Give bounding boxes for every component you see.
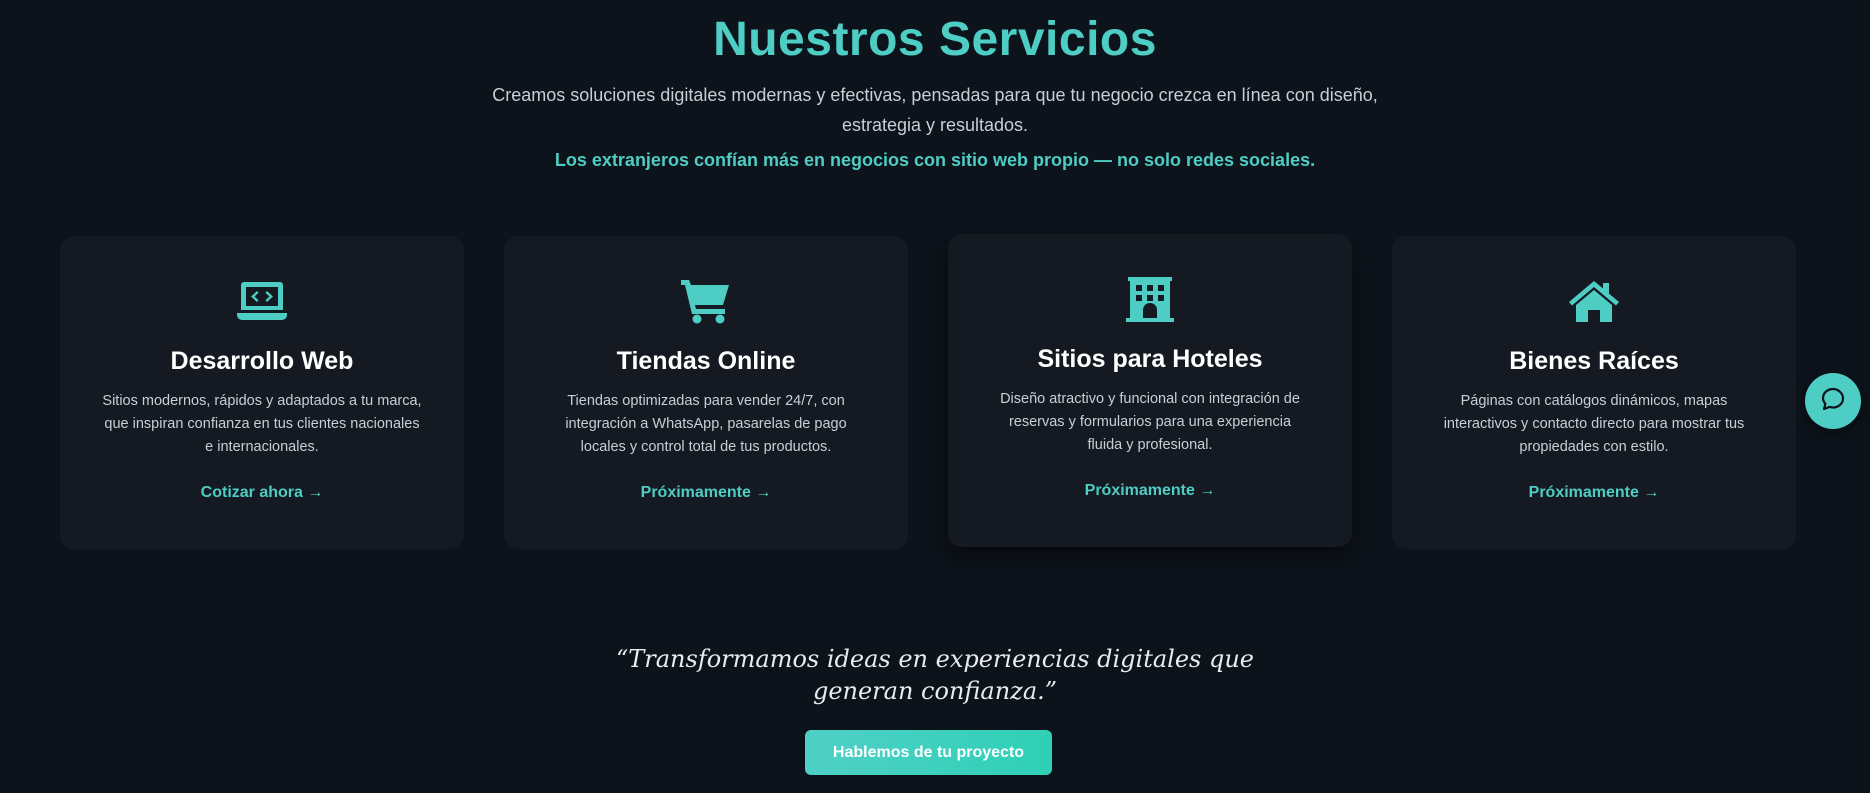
service-card-web: Desarrollo Web Sitios modernos, rápidos … — [60, 236, 464, 549]
section-title: Nuestros Servicios — [713, 13, 1157, 66]
section-highlight: Los extranjeros confían más en negocios … — [554, 150, 1316, 170]
coming-soon-link[interactable]: Próximamente → — [641, 484, 772, 502]
card-description: Diseño atractivo y funcional con integra… — [1000, 391, 1300, 453]
hotel-icon — [1124, 276, 1176, 322]
card-description: Páginas con catálogos dinámicos, mapas i… — [1443, 393, 1745, 455]
brand-quote: “Transformamos ideas en experiencias dig… — [615, 645, 1254, 705]
talk-project-button[interactable]: Hablemos de tu proyecto — [805, 730, 1052, 775]
coming-soon-link[interactable]: Próximamente → — [1529, 484, 1660, 502]
card-title: Bienes Raíces — [1509, 347, 1679, 375]
chat-bubble-icon — [1820, 386, 1846, 417]
card-title: Desarrollo Web — [170, 347, 354, 375]
laptop-code-icon — [236, 278, 288, 324]
coming-soon-link[interactable]: Próximamente → — [1085, 482, 1216, 500]
service-card-real-estate: Bienes Raíces Páginas con catálogos diná… — [1392, 236, 1796, 549]
quote-now-link[interactable]: Cotizar ahora → — [201, 484, 324, 502]
service-card-hotels: Sitios para Hoteles Diseño atractivo y f… — [948, 234, 1352, 547]
card-title: Tiendas Online — [616, 347, 796, 375]
card-description: Sitios modernos, rápidos y adaptados a t… — [102, 393, 422, 455]
service-card-stores: Tiendas Online Tiendas optimizadas para … — [504, 236, 908, 549]
card-title: Sitios para Hoteles — [1037, 345, 1263, 373]
chat-button[interactable] — [1805, 373, 1861, 429]
shopping-cart-icon — [680, 278, 732, 324]
card-description: Tiendas optimizadas para vender 24/7, co… — [565, 393, 847, 455]
services-header: Nuestros Servicios Creamos soluciones di… — [0, 0, 1870, 171]
services-cards: Desarrollo Web Sitios modernos, rápidos … — [60, 234, 1796, 549]
house-icon — [1568, 278, 1620, 324]
section-subtitle: Creamos soluciones digitales modernas y … — [492, 85, 1378, 135]
